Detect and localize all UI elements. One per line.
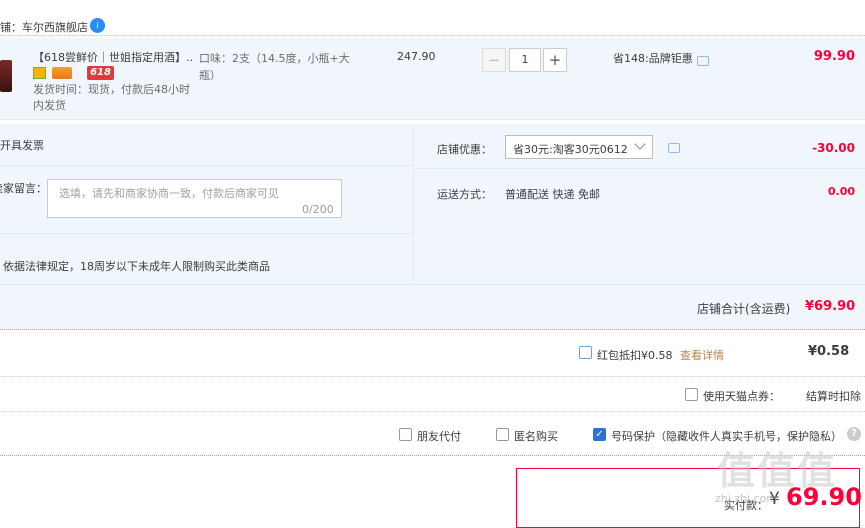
number-protect-checkbox[interactable]: ✓ [593,428,606,441]
discount-tag: 省148:品牌钜惠 [613,52,693,65]
quantity-minus-button[interactable]: − [482,48,506,72]
discount-info-icon[interactable] [697,56,709,66]
divider [414,168,865,169]
friend-pay-checkbox[interactable] [399,428,412,441]
quantity-plus-button[interactable]: + [543,48,567,72]
service-badge-icon [33,67,46,79]
ship-time: 发货时间：现货，付款后48小时内发货 [33,83,190,112]
tmall-points-label: 使用天猫点券： [703,390,780,403]
anonymous-checkbox[interactable] [496,428,509,441]
store-coupon-value: 省30元:淘客30元0612 [513,143,628,156]
unit-price: 247.90 [397,50,436,63]
promo-618-badge: 618 [87,66,114,80]
store-name[interactable]: 铺：车尔西旗舰店 [0,19,88,35]
message-counter: 0/200 [302,203,334,216]
divider [0,376,865,377]
anonymous-label: 匿名购买 [514,430,558,443]
item-title[interactable]: 【618尝鲜价｜世姐指定用酒】... [33,49,193,65]
sku-info: 口味：2支（14.5度，小瓶+大瓶） [199,52,350,82]
quantity-input[interactable]: 1 [509,48,541,72]
watermark-logo: 值值值 [717,449,838,493]
shipping-method: 普通配送 快递 免邮 [505,188,600,201]
store-coupon-label: 店铺优惠： [437,143,492,156]
red-packet-checkbox[interactable] [579,346,592,359]
red-packet-label: 红包抵扣¥0.58 [597,349,673,362]
coupon-info-icon[interactable] [668,143,680,153]
watermark-url: zhi.zhi.com [715,492,778,505]
product-thumbnail[interactable] [0,60,12,92]
options-divider [413,124,414,284]
red-packet-details-link[interactable]: 查看详情 [680,347,724,363]
help-icon[interactable]: ? [847,427,861,441]
tmall-points-checkbox[interactable] [685,388,698,401]
divider [0,411,865,412]
store-total-value: ¥69.90 [805,299,856,314]
store-chat-icon[interactable]: i [90,18,105,33]
shipping-amount: 0.00 [827,185,855,198]
shipping-label: 运送方式： [437,188,492,201]
divider [0,165,413,166]
invoice-link[interactable]: 开具发票 [0,137,44,153]
divider [0,233,413,234]
store-total-label: 店铺合计(含运费) [697,302,791,316]
red-packet-value: ¥0.58 [808,344,850,359]
store-coupon-amount: -30.00 [812,141,855,155]
tmall-points-note: 结算时扣除 [806,390,861,403]
friend-pay-label: 朋友代付 [417,430,461,443]
message-placeholder: 选填，请先和商家协商一致，付款后商家可见 [59,187,279,200]
legal-notice: 依据法律规定，18周岁以下未成年人限制购买此类商品 [3,260,270,273]
message-label: 卖家留言： [0,182,47,195]
card-badge-icon [52,67,72,79]
store-header [0,0,865,36]
item-total: 99.90 [813,49,855,64]
